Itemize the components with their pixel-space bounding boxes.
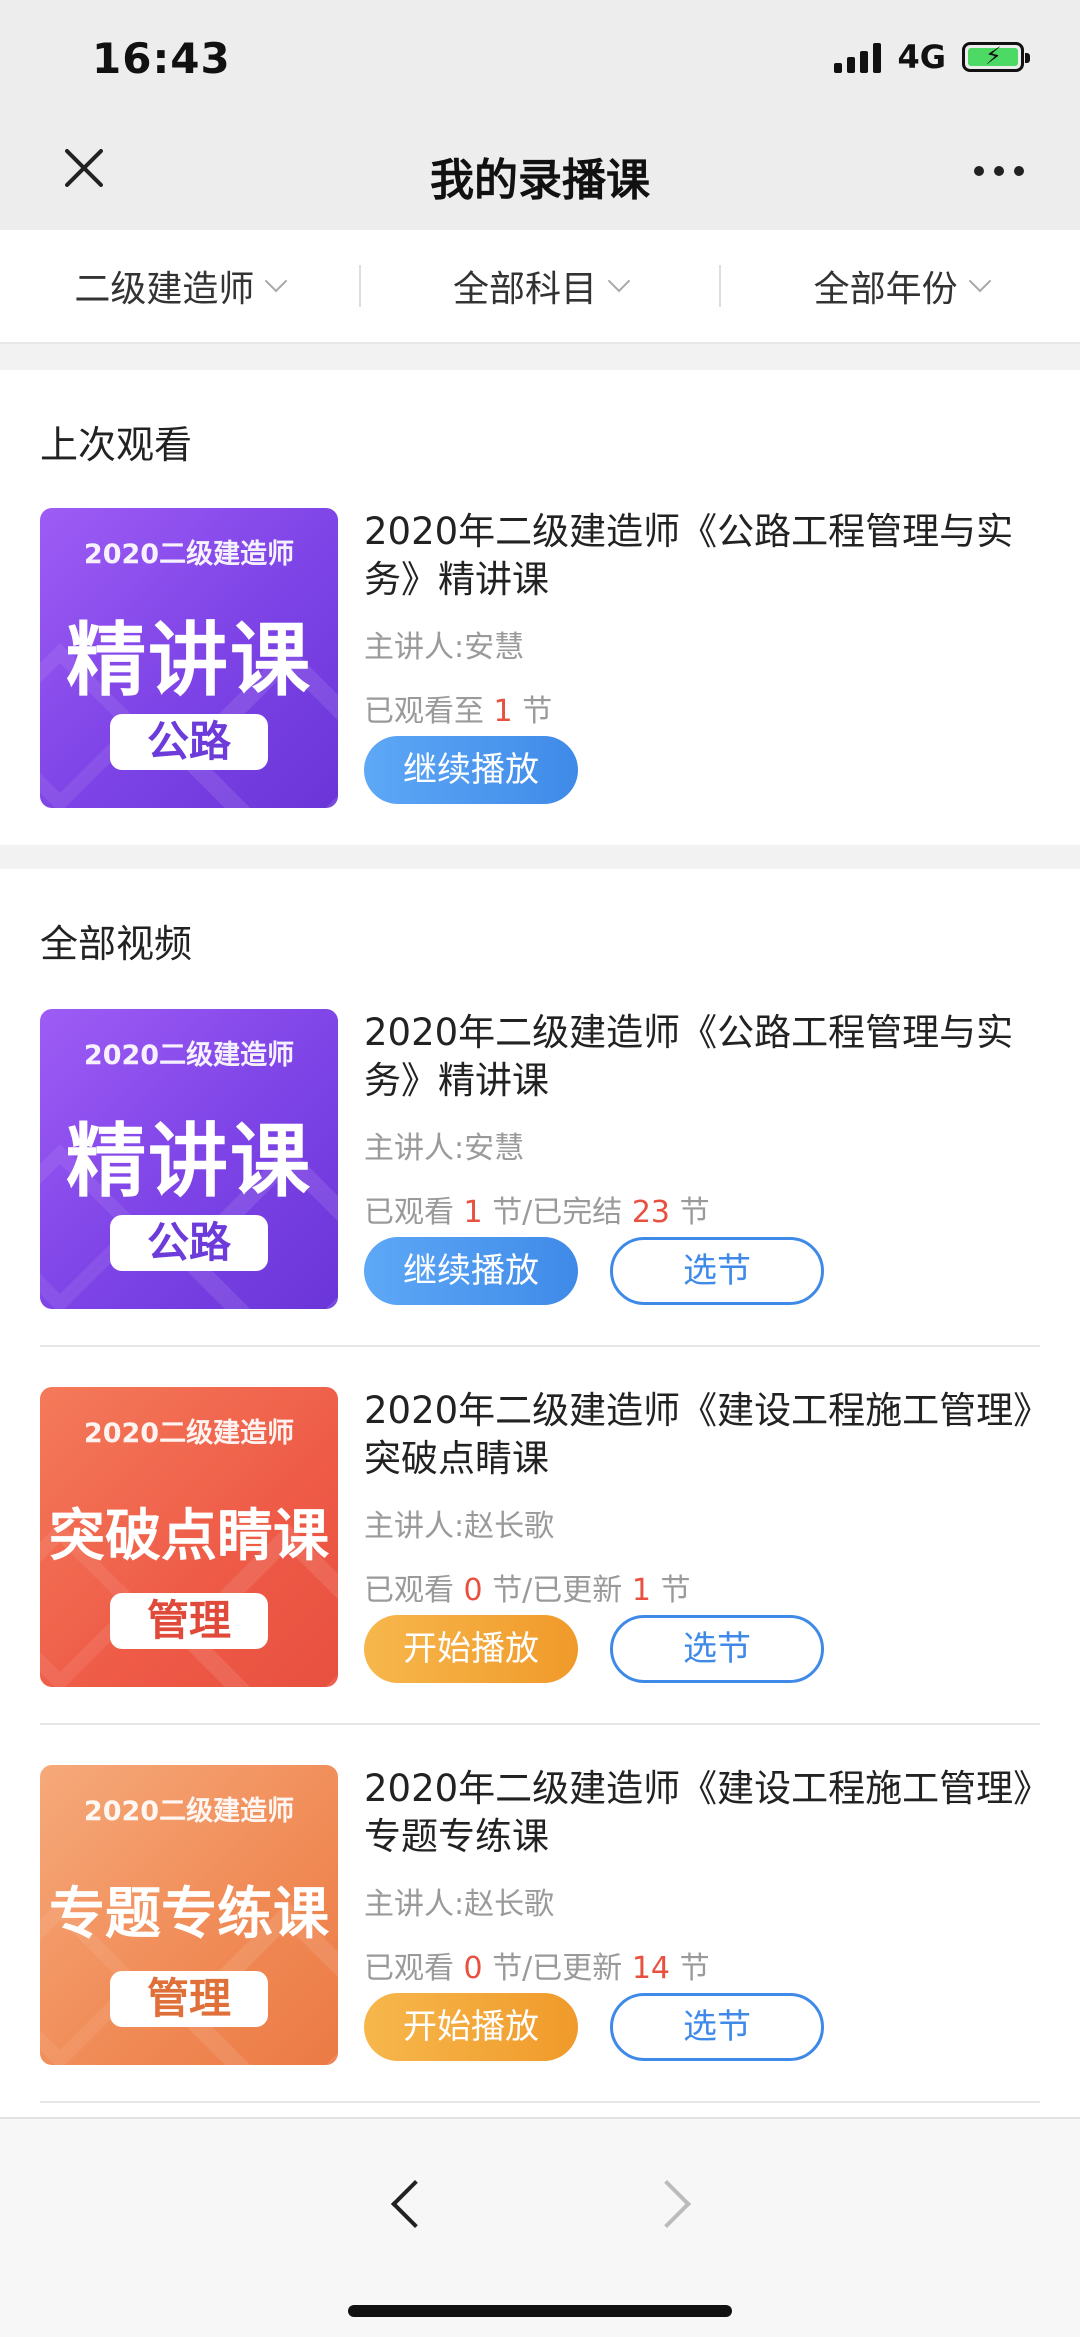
network-type: 4G [897,38,946,76]
forward-arrow-icon[interactable] [642,2179,692,2229]
filter-exam-label: 二级建造师 [74,269,255,310]
course-thumbnail[interactable]: 2020二级建造师 精讲课 公路 [40,508,338,808]
section-title: 全部视频 [40,922,193,966]
filter-exam[interactable]: 二级建造师 [0,260,359,312]
watched-count: 1 [493,694,513,729]
start-play-button[interactable]: 开始播放 [364,1993,578,2061]
last-watched-section: 上次观看 2020二级建造师 精讲课 公路 2020年二级建造师《公路工程管理与… [0,370,1080,845]
course-card[interactable]: 2020二级建造师 精讲课 公路 2020年二级建造师《公路工程管理与实务》精讲… [40,508,1040,808]
thumb-title: 突破点睛课 [49,1504,329,1569]
back-arrow-icon[interactable] [390,2179,440,2229]
course-info: 2020年二级建造师《建设工程施工管理》专题专练课 主讲人:赵长歌 已观看 0 … [364,1765,1040,1987]
status-bar: 16:43 4G ⚡ [0,0,1080,118]
total-count: 1 [631,1573,651,1608]
thumb-title: 精讲课 [66,1115,312,1208]
select-section-button[interactable]: 选节 [610,1993,824,2061]
course-card[interactable]: 2020二级建造师 突破点睛课 管理 2020年二级建造师《建设工程施工管理》突… [40,1387,1040,1687]
divider [40,1723,1040,1725]
course-info: 2020年二级建造师《公路工程管理与实务》精讲课 主讲人:安慧 已观看 1 节/… [364,1009,1040,1231]
course-info: 2020年二级建造师《建设工程施工管理》突破点睛课 主讲人:赵长歌 已观看 0 … [364,1387,1040,1609]
course-actions: 继续播放 选节 [364,1237,824,1305]
watched-count: 0 [463,1951,483,1986]
course-progress: 已观看 1 节/已完结 23 节 [364,1195,710,1230]
chevron-down-icon [968,269,992,293]
page-title: 我的录播课 [430,155,650,206]
select-section-button[interactable]: 选节 [610,1237,824,1305]
course-title[interactable]: 2020年二级建造师《公路工程管理与实务》精讲课 [364,508,1040,604]
course-teacher: 主讲人:赵长歌 [364,1509,555,1544]
filter-subject-label: 全部科目 [453,269,598,310]
course-actions: 继续播放 [364,736,578,804]
watched-count: 1 [463,1195,483,1230]
thumb-tag: 公路 [110,1215,268,1271]
status-time: 16:43 [92,34,231,83]
thumb-tag: 管理 [110,1971,268,2027]
divider [40,1345,1040,1347]
course-progress: 已观看至 1 节 [364,694,553,729]
filter-year[interactable]: 全部年份 [721,260,1080,312]
course-card[interactable]: 2020二级建造师 精讲课 公路 2020年二级建造师《公路工程管理与实务》精讲… [40,1009,1040,1309]
course-progress: 已观看 0 节/已更新 14 节 [364,1951,710,1986]
battery-icon: ⚡ [962,42,1030,72]
course-teacher: 主讲人:赵长歌 [364,1887,555,1922]
nav-bar: 我的录播课 [0,118,1080,230]
course-info: 2020年二级建造师《公路工程管理与实务》精讲课 主讲人:安慧 已观看至 1 节 [364,508,1040,730]
all-videos-section: 全部视频 2020二级建造师 精讲课 公路 2020年二级建造师《公路工程管理与… [0,869,1080,2117]
course-thumbnail[interactable]: 2020二级建造师 精讲课 公路 [40,1009,338,1309]
course-title[interactable]: 2020年二级建造师《公路工程管理与实务》精讲课 [364,1009,1040,1105]
thumb-subtitle: 2020二级建造师 [83,539,295,570]
select-section-button[interactable]: 选节 [610,1615,824,1683]
section-title: 上次观看 [40,423,193,467]
total-count: 23 [631,1195,671,1230]
divider [40,2101,1040,2103]
bottom-nav-bar [0,2117,1080,2337]
chevron-down-icon [607,269,631,293]
total-count: 14 [631,1951,671,1986]
course-progress: 已观看 0 节/已更新 1 节 [364,1573,691,1608]
start-play-button[interactable]: 开始播放 [364,1615,578,1683]
thumb-tag: 公路 [110,714,268,770]
thumb-subtitle: 2020二级建造师 [83,1796,295,1827]
course-title[interactable]: 2020年二级建造师《建设工程施工管理》专题专练课 [364,1765,1040,1861]
signal-icon [834,41,882,73]
continue-play-button[interactable]: 继续播放 [364,736,578,804]
thumb-tag: 管理 [110,1593,268,1649]
chevron-down-icon [265,269,288,293]
course-thumbnail[interactable]: 2020二级建造师 专题专练课 管理 [40,1765,338,2065]
more-icon[interactable] [974,166,1024,176]
continue-play-button[interactable]: 继续播放 [364,1237,578,1305]
watched-count: 0 [463,1573,483,1608]
filter-subject[interactable]: 全部科目 [361,260,720,312]
status-indicators: 4G ⚡ [834,38,1030,76]
thumb-title: 精讲课 [66,614,312,707]
course-thumbnail[interactable]: 2020二级建造师 突破点睛课 管理 [40,1387,338,1687]
course-actions: 开始播放 选节 [364,1615,824,1683]
course-teacher: 主讲人:安慧 [364,1131,525,1166]
home-indicator[interactable] [348,2305,732,2317]
course-card[interactable]: 2020二级建造师 专题专练课 管理 2020年二级建造师《建设工程施工管理》专… [40,1765,1040,2065]
course-title[interactable]: 2020年二级建造师《建设工程施工管理》突破点睛课 [364,1387,1040,1483]
thumb-subtitle: 2020二级建造师 [83,1418,295,1449]
filter-bar: 二级建造师 全部科目 全部年份 [0,230,1080,344]
filter-year-label: 全部年份 [813,269,958,310]
course-actions: 开始播放 选节 [364,1993,824,2061]
thumb-subtitle: 2020二级建造师 [83,1040,295,1071]
thumb-title: 专题专练课 [49,1882,329,1947]
course-teacher: 主讲人:安慧 [364,630,525,665]
